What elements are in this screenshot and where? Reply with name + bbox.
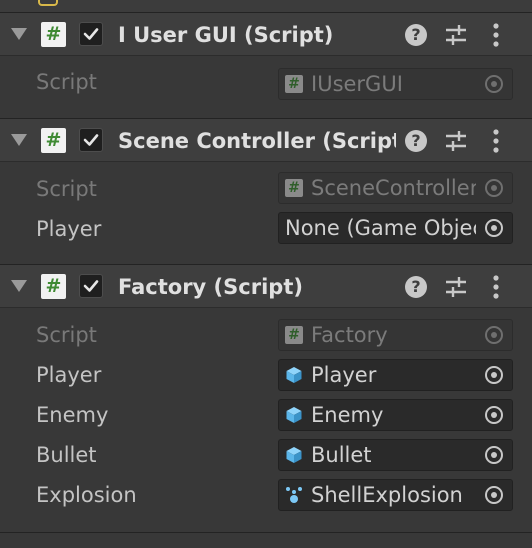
- field-value: SceneController: [311, 176, 476, 200]
- object-picker-icon: [476, 173, 512, 203]
- field-label-script: Script: [36, 177, 97, 201]
- context-menu-icon[interactable]: [491, 22, 501, 48]
- bullet-object-field[interactable]: Bullet: [278, 439, 513, 471]
- help-icon[interactable]: ?: [405, 130, 427, 152]
- context-menu-icon[interactable]: [491, 274, 501, 300]
- component-header[interactable]: # Scene Controller (Script) ?: [0, 118, 532, 162]
- field-label-script: Script: [36, 70, 97, 94]
- script-icon: #: [41, 274, 66, 299]
- field-value: Player: [311, 363, 377, 387]
- prefab-cube-icon: [286, 367, 302, 383]
- script-icon: #: [41, 22, 66, 47]
- field-value: Factory: [311, 323, 388, 347]
- field-value: Bullet: [311, 443, 372, 467]
- player-object-field[interactable]: None (Game Object): [278, 212, 513, 244]
- field-label-player: Player: [36, 363, 102, 387]
- script-object-field: # Factory: [278, 319, 513, 351]
- object-picker-icon[interactable]: [476, 400, 512, 430]
- prefab-cube-icon: [286, 407, 302, 423]
- component-separator: [0, 532, 532, 533]
- script-object-field: # IUserGUI: [278, 68, 513, 100]
- presets-icon[interactable]: [444, 275, 468, 299]
- explosion-object-field[interactable]: ShellExplosion: [278, 479, 513, 511]
- enabled-checkbox[interactable]: [79, 128, 103, 152]
- field-label-explosion: Explosion: [36, 483, 137, 507]
- checkmark-icon: [83, 134, 99, 146]
- field-label-script: Script: [36, 323, 97, 347]
- object-picker-icon[interactable]: [476, 440, 512, 470]
- enemy-object-field[interactable]: Enemy: [278, 399, 513, 431]
- field-value: IUserGUI: [311, 72, 403, 96]
- presets-icon[interactable]: [444, 23, 468, 47]
- object-picker-icon[interactable]: [476, 360, 512, 390]
- field-value: ShellExplosion: [311, 483, 463, 507]
- field-value: Enemy: [311, 403, 384, 427]
- foldout-arrow-icon[interactable]: [11, 134, 27, 146]
- context-menu-icon[interactable]: [491, 128, 501, 154]
- component-title: Scene Controller (Script): [118, 129, 396, 153]
- prefab-cube-icon: [286, 447, 302, 463]
- player-object-field[interactable]: Player: [278, 359, 513, 391]
- script-icon: #: [285, 326, 303, 344]
- object-picker-icon: [476, 320, 512, 350]
- help-icon[interactable]: ?: [405, 24, 427, 46]
- object-picker-icon[interactable]: [476, 480, 512, 510]
- component-factory: # Factory (Script) ? Script # Factory Pl…: [0, 264, 532, 534]
- field-value: None (Game Object): [285, 216, 476, 240]
- enabled-checkbox[interactable]: [79, 274, 103, 298]
- presets-icon[interactable]: [444, 129, 468, 153]
- field-label-bullet: Bullet: [36, 443, 97, 467]
- component-header[interactable]: # I User GUI (Script) ?: [0, 12, 532, 56]
- object-picker-icon: [476, 69, 512, 99]
- component-scenecontroller: # Scene Controller (Script) ? Script # S…: [0, 118, 532, 264]
- checkmark-icon: [83, 280, 99, 292]
- enabled-checkbox[interactable]: [79, 22, 103, 46]
- help-icon[interactable]: ?: [405, 276, 427, 298]
- component-header[interactable]: # Factory (Script) ?: [0, 264, 532, 308]
- previous-component-icon: [38, 0, 58, 6]
- script-icon: #: [285, 75, 303, 93]
- field-label-player: Player: [36, 217, 102, 241]
- checkmark-icon: [83, 28, 99, 40]
- script-icon: #: [285, 179, 303, 197]
- foldout-arrow-icon[interactable]: [11, 28, 27, 40]
- object-picker-icon[interactable]: [476, 213, 512, 243]
- script-icon: #: [41, 128, 66, 153]
- field-label-enemy: Enemy: [36, 403, 109, 427]
- component-title: I User GUI (Script): [118, 23, 334, 47]
- foldout-arrow-icon[interactable]: [11, 280, 27, 292]
- particle-system-icon: [286, 487, 302, 503]
- component-iusergui: # I User GUI (Script) ? Script # IUserGU…: [0, 12, 532, 119]
- component-title: Factory (Script): [118, 275, 303, 299]
- script-object-field: # SceneController: [278, 172, 513, 204]
